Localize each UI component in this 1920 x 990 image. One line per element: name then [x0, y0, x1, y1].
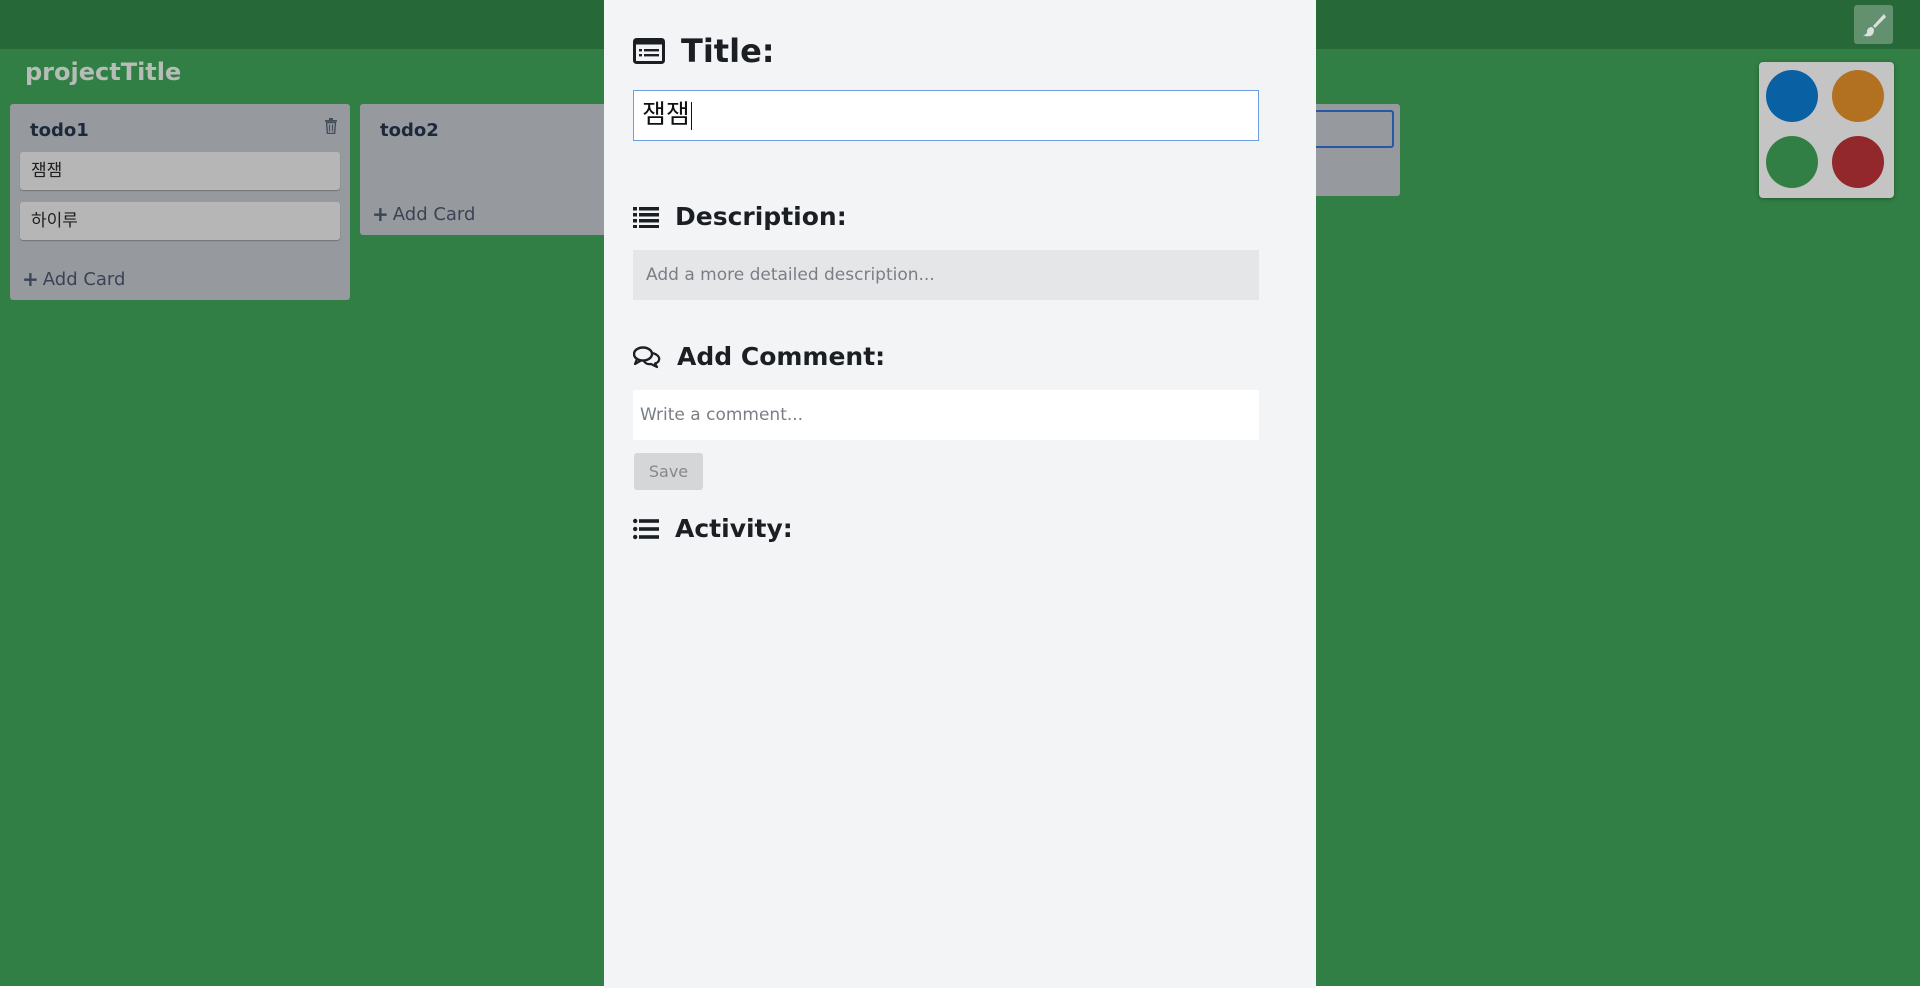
comments-icon [633, 345, 661, 368]
title-heading: Title: [633, 32, 775, 70]
activity-label: Activity: [675, 514, 793, 543]
title-label: Title: [681, 32, 775, 70]
description-heading: Description: [633, 202, 847, 231]
credit-card-icon [633, 38, 665, 64]
card-detail-modal: Title: 잼잼 Description: Add a more detail… [604, 0, 1316, 988]
text-caret [690, 101, 692, 130]
comment-input[interactable]: Write a comment... [633, 390, 1259, 440]
description-label: Description: [675, 202, 847, 231]
add-comment-label: Add Comment: [677, 342, 886, 371]
list-icon [633, 518, 659, 539]
title-value: 잼잼 [642, 100, 690, 130]
list-icon [633, 206, 659, 228]
title-input[interactable]: 잼잼 [633, 90, 1259, 141]
description-field[interactable]: Add a more detailed description... [633, 250, 1259, 300]
save-button[interactable]: Save [634, 453, 703, 490]
add-comment-heading: Add Comment: [633, 342, 885, 371]
activity-heading: Activity: [633, 514, 793, 543]
